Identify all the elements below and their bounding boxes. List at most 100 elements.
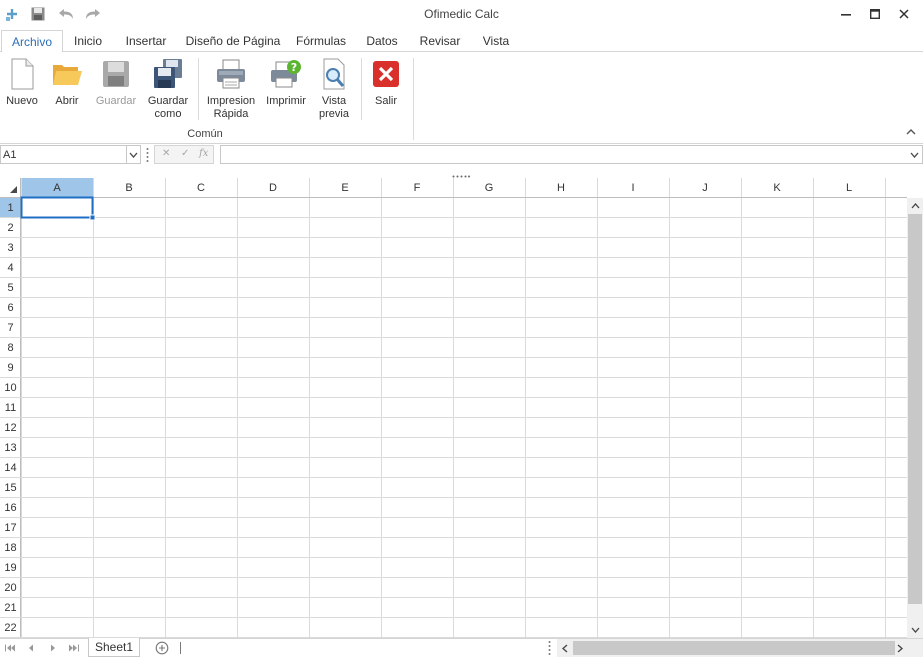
spreadsheet-grid[interactable] (0, 178, 907, 638)
column-header-f[interactable]: F (381, 179, 453, 198)
name-box-value: A1 (3, 149, 17, 161)
ribbon-group-label: Común (187, 128, 223, 140)
vertical-scrollbar[interactable] (907, 198, 923, 638)
impresion-rapida-button[interactable]: Impresion Rápida (204, 58, 258, 121)
abrir-button[interactable]: Abrir (49, 58, 85, 108)
column-header-g[interactable]: G (453, 179, 525, 198)
ribbon-group-separator (413, 58, 414, 140)
svg-text:?: ? (291, 61, 297, 74)
row-header-6[interactable]: 6 (0, 298, 21, 318)
new-document-icon (6, 58, 38, 90)
column-header-l[interactable]: L (813, 179, 885, 198)
resize-grip-icon[interactable] (548, 640, 551, 655)
tab-vista[interactable]: Vista (476, 30, 516, 52)
ribbon-separator (361, 58, 362, 120)
print-icon: ? (270, 58, 302, 90)
row-header-10[interactable]: 10 (0, 378, 21, 398)
column-header-h[interactable]: H (525, 179, 597, 198)
last-sheet-icon[interactable] (68, 642, 80, 654)
tab-revisar[interactable]: Revisar (414, 30, 466, 52)
row-header-18[interactable]: 18 (0, 538, 21, 558)
title-bar: Ofimedic Calc (0, 0, 923, 28)
imprimir-button[interactable]: ? Imprimir (264, 58, 308, 108)
scroll-up-icon[interactable] (907, 198, 923, 214)
row-header-20[interactable]: 20 (0, 578, 21, 598)
enter-formula-button[interactable]: ✓ (181, 148, 189, 159)
salir-label: Salir (374, 95, 397, 107)
selected-cell-border[interactable] (20, 196, 94, 219)
name-box[interactable]: A1 (0, 145, 141, 164)
tab-formulas[interactable]: Fórmulas (292, 30, 350, 52)
vertical-scroll-thumb[interactable] (908, 214, 922, 604)
chevron-down-icon[interactable] (126, 146, 140, 163)
column-header-e[interactable]: E (309, 179, 381, 198)
ribbon-separator (198, 58, 199, 120)
collapse-ribbon-icon[interactable] (905, 126, 917, 138)
nuevo-button[interactable]: Nuevo (3, 58, 41, 108)
tab-datos[interactable]: Datos (360, 30, 404, 52)
add-sheet-icon[interactable] (155, 641, 169, 655)
horizontal-scroll-thumb[interactable] (573, 641, 895, 655)
column-header-k[interactable]: K (741, 179, 813, 198)
row-header-11[interactable]: 11 (0, 398, 21, 418)
cancel-formula-button[interactable]: ✕ (162, 148, 170, 159)
column-header-b[interactable]: B (93, 179, 165, 198)
row-header-8[interactable]: 8 (0, 338, 21, 358)
sheet-tab-sheet1[interactable]: Sheet1 (88, 638, 140, 657)
row-header-7[interactable]: 7 (0, 318, 21, 338)
scroll-right-icon[interactable] (893, 640, 907, 656)
quick-print-icon (215, 58, 247, 90)
prev-sheet-icon[interactable] (25, 642, 37, 654)
print-preview-icon (318, 58, 350, 90)
formula-input[interactable] (220, 145, 923, 164)
column-header-c[interactable]: C (165, 179, 237, 198)
minimize-icon[interactable] (834, 4, 858, 24)
resize-grip-icon[interactable] (146, 147, 149, 162)
guardar-button[interactable]: Guardar (94, 58, 138, 108)
salir-button[interactable]: Salir (368, 58, 404, 108)
row-header-17[interactable]: 17 (0, 518, 21, 538)
row-header-15[interactable]: 15 (0, 478, 21, 498)
row-header-4[interactable]: 4 (0, 258, 21, 278)
row-header-19[interactable]: 19 (0, 558, 21, 578)
row-header-16[interactable]: 16 (0, 498, 21, 518)
tab-insertar[interactable]: Insertar (118, 30, 174, 52)
vista-previa-button[interactable]: Vista previa (314, 58, 354, 121)
window-title: Ofimedic Calc (424, 7, 499, 21)
vista-previa-label-1: Vista (321, 95, 347, 107)
column-header-a[interactable]: A (21, 179, 93, 198)
maximize-icon[interactable] (863, 4, 887, 24)
row-header-14[interactable]: 14 (0, 458, 21, 478)
close-icon[interactable] (892, 4, 916, 24)
grid-lines (0, 178, 907, 638)
impresion-rapida-label-1: Impresion (206, 95, 256, 107)
tab-inicio[interactable]: Inicio (68, 30, 108, 52)
row-header-3[interactable]: 3 (0, 238, 21, 258)
row-header-13[interactable]: 13 (0, 438, 21, 458)
row-header-21[interactable]: 21 (0, 598, 21, 618)
expand-formula-icon[interactable] (907, 146, 921, 163)
scroll-left-icon[interactable] (558, 640, 572, 656)
scroll-down-icon[interactable] (907, 622, 923, 638)
imprimir-label: Imprimir (266, 95, 306, 107)
tab-diseno-de-pagina[interactable]: Diseño de Página (184, 30, 282, 52)
column-header-d[interactable]: D (237, 179, 309, 198)
vista-previa-label-2: previa (319, 108, 349, 120)
next-sheet-icon[interactable] (47, 642, 59, 654)
row-header-1[interactable]: 1 (0, 198, 21, 218)
column-header-i[interactable]: I (597, 179, 669, 198)
guardar-como-label-1: Guardar (147, 95, 189, 107)
guardar-como-button[interactable]: Guardar como (145, 58, 191, 121)
column-header-j[interactable]: J (669, 179, 741, 198)
row-header-12[interactable]: 12 (0, 418, 21, 438)
first-sheet-icon[interactable] (4, 642, 16, 654)
row-header-9[interactable]: 9 (0, 358, 21, 378)
row-header-2[interactable]: 2 (0, 218, 21, 238)
formula-bar-splitter[interactable] (452, 168, 470, 178)
insert-function-button[interactable]: fx (199, 148, 208, 159)
row-header-22[interactable]: 22 (0, 618, 21, 638)
fill-handle[interactable] (89, 214, 96, 221)
horizontal-scrollbar[interactable] (557, 639, 923, 657)
tab-archivo[interactable]: Archivo (1, 30, 63, 53)
row-header-5[interactable]: 5 (0, 278, 21, 298)
